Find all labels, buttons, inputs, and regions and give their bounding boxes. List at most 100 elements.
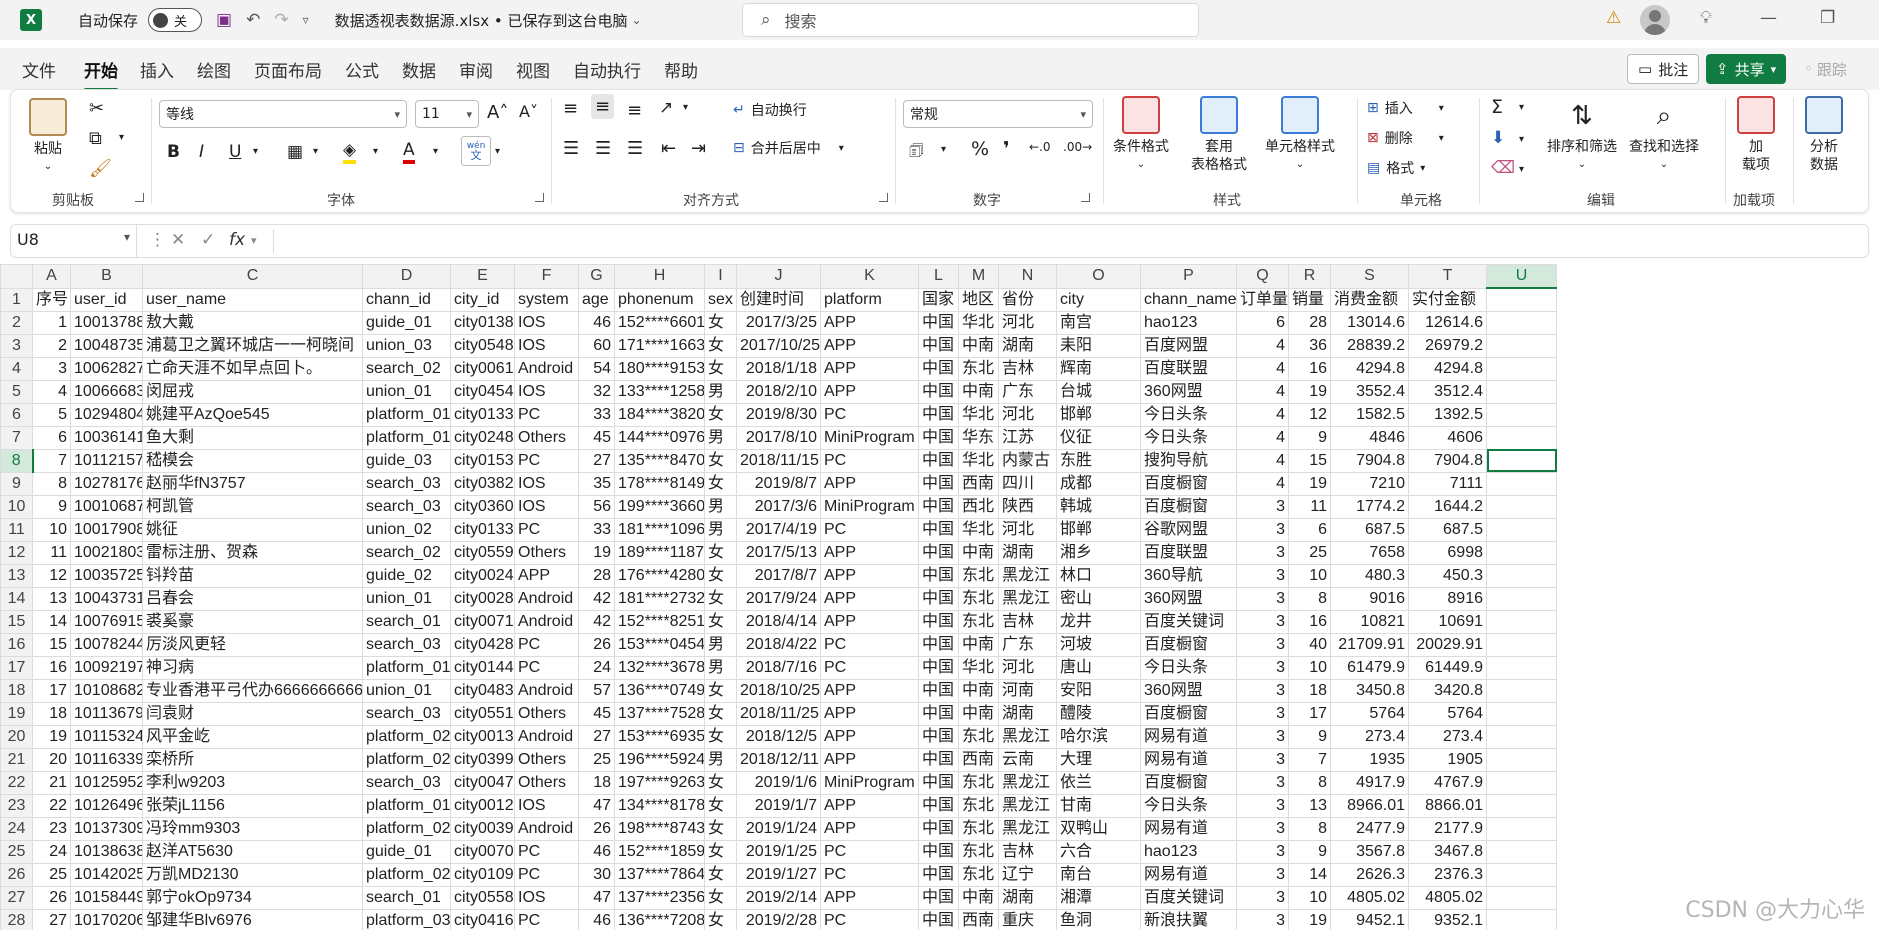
cell-g10[interactable]: 56 bbox=[578, 494, 615, 519]
cell-j9[interactable]: 2019/8/7 bbox=[736, 471, 821, 496]
cell-r18[interactable]: 18 bbox=[1288, 678, 1331, 703]
name-box[interactable]: U8 ▾ bbox=[11, 225, 137, 257]
column-header-d[interactable]: D bbox=[362, 264, 451, 289]
clear-icon[interactable]: ⌫ bbox=[1491, 158, 1515, 178]
cell-j2[interactable]: 2017/3/25 bbox=[736, 310, 821, 335]
cell-a23[interactable]: 22 bbox=[32, 793, 71, 818]
cell-k9[interactable]: APP bbox=[820, 471, 919, 496]
cell-g17[interactable]: 24 bbox=[578, 655, 615, 680]
cell-f5[interactable]: IOS bbox=[514, 379, 579, 404]
cell-c19[interactable]: 闫袁财 bbox=[142, 701, 363, 726]
column-header-l[interactable]: L bbox=[918, 264, 959, 289]
cell-j11[interactable]: 2017/4/19 bbox=[736, 517, 821, 542]
cell-l26[interactable]: 中国 bbox=[918, 862, 959, 887]
column-header-c[interactable]: C bbox=[142, 264, 363, 289]
cell-a11[interactable]: 10 bbox=[32, 517, 71, 542]
cell-l25[interactable]: 中国 bbox=[918, 839, 959, 864]
cell-i25[interactable]: 女 bbox=[704, 839, 737, 864]
cell-t19[interactable]: 5764 bbox=[1408, 701, 1487, 726]
cell-p18[interactable]: 360网盟 bbox=[1140, 678, 1237, 703]
cell-i16[interactable]: 男 bbox=[704, 632, 737, 657]
cell-u25[interactable] bbox=[1486, 839, 1557, 864]
cell-f6[interactable]: PC bbox=[514, 402, 579, 427]
cell-p14[interactable]: 360网盟 bbox=[1140, 586, 1237, 611]
cell-n12[interactable]: 湖南 bbox=[998, 540, 1057, 565]
cell-u16[interactable] bbox=[1486, 632, 1557, 657]
column-header-a[interactable]: A bbox=[32, 264, 71, 289]
cell-i10[interactable]: 男 bbox=[704, 494, 737, 519]
cell-s10[interactable]: 1774.2 bbox=[1330, 494, 1409, 519]
cell-p26[interactable]: 网易有道 bbox=[1140, 862, 1237, 887]
cell-f23[interactable]: IOS bbox=[514, 793, 579, 818]
cell-s13[interactable]: 480.3 bbox=[1330, 563, 1409, 588]
cell-e13[interactable]: city0024 bbox=[450, 563, 515, 588]
cell-d16[interactable]: search_03 bbox=[362, 632, 451, 657]
cell-j25[interactable]: 2019/1/25 bbox=[736, 839, 821, 864]
cell-c5[interactable]: 闵屈戎 bbox=[142, 379, 363, 404]
cell-j19[interactable]: 2018/11/25 bbox=[736, 701, 821, 726]
cell-s7[interactable]: 4846 bbox=[1330, 425, 1409, 450]
select-all-corner[interactable] bbox=[0, 264, 33, 289]
row-header[interactable]: 6 bbox=[0, 402, 33, 427]
cell-t18[interactable]: 3420.8 bbox=[1408, 678, 1487, 703]
cell-r13[interactable]: 10 bbox=[1288, 563, 1331, 588]
cell-c26[interactable]: 万凯MD2130 bbox=[142, 862, 363, 887]
cell-f17[interactable]: PC bbox=[514, 655, 579, 680]
cell-d24[interactable]: platform_02 bbox=[362, 816, 451, 841]
cell-f15[interactable]: Android bbox=[514, 609, 579, 634]
cell-b26[interactable]: 10142025 bbox=[70, 862, 143, 887]
cell-t25[interactable]: 3467.8 bbox=[1408, 839, 1487, 864]
cell-l5[interactable]: 中国 bbox=[918, 379, 959, 404]
column-header-p[interactable]: P bbox=[1140, 264, 1237, 289]
column-header-j[interactable]: J bbox=[736, 264, 821, 289]
cell-m11[interactable]: 华北 bbox=[958, 517, 999, 542]
cell-f24[interactable]: Android bbox=[514, 816, 579, 841]
cell-r12[interactable]: 25 bbox=[1288, 540, 1331, 565]
cell-h15[interactable]: 152****8251 bbox=[614, 609, 705, 634]
cell-d6[interactable]: platform_01 bbox=[362, 402, 451, 427]
cell-i15[interactable]: 女 bbox=[704, 609, 737, 634]
cell-c9[interactable]: 赵丽华fN3757 bbox=[142, 471, 363, 496]
cell-l2[interactable]: 中国 bbox=[918, 310, 959, 335]
analyze-data-button[interactable]: 分析 数据 bbox=[1805, 96, 1843, 174]
cell-l23[interactable]: 中国 bbox=[918, 793, 959, 818]
cell-s3[interactable]: 28839.2 bbox=[1330, 333, 1409, 358]
cell-k2[interactable]: APP bbox=[820, 310, 919, 335]
cell-o19[interactable]: 醴陵 bbox=[1056, 701, 1141, 726]
cell-n9[interactable]: 四川 bbox=[998, 471, 1057, 496]
cell-c8[interactable]: 嵇模会 bbox=[142, 448, 363, 473]
cell-t23[interactable]: 8866.01 bbox=[1408, 793, 1487, 818]
autosave-toggle[interactable]: 关 bbox=[148, 8, 203, 32]
cell-f27[interactable]: IOS bbox=[514, 885, 579, 910]
row-header[interactable]: 23 bbox=[0, 793, 33, 818]
cell-l12[interactable]: 中国 bbox=[918, 540, 959, 565]
cell-k23[interactable]: APP bbox=[820, 793, 919, 818]
cell-i3[interactable]: 女 bbox=[704, 333, 737, 358]
cell-f13[interactable]: APP bbox=[514, 563, 579, 588]
cell-n27[interactable]: 湖南 bbox=[998, 885, 1057, 910]
cell-e7[interactable]: city0248 bbox=[450, 425, 515, 450]
cell-b23[interactable]: 10126496 bbox=[70, 793, 143, 818]
decrease-font-icon[interactable]: A˅ bbox=[519, 102, 538, 121]
cell-j26[interactable]: 2019/1/27 bbox=[736, 862, 821, 887]
cell-t6[interactable]: 1392.5 bbox=[1408, 402, 1487, 427]
cell-p13[interactable]: 360导航 bbox=[1140, 563, 1237, 588]
copy-icon[interactable]: ⧉ bbox=[89, 128, 102, 149]
cell-t13[interactable]: 450.3 bbox=[1408, 563, 1487, 588]
cell-m24[interactable]: 东北 bbox=[958, 816, 999, 841]
cell-d3[interactable]: union_03 bbox=[362, 333, 451, 358]
chevron-down-icon[interactable]: ▾ bbox=[1519, 102, 1524, 113]
row-header[interactable]: 13 bbox=[0, 563, 33, 588]
row-header[interactable]: 7 bbox=[0, 425, 33, 450]
format-cells-button[interactable]: ▤ 格式 ▾ bbox=[1367, 158, 1425, 178]
cell-u5[interactable] bbox=[1486, 379, 1557, 404]
cell-m22[interactable]: 东北 bbox=[958, 770, 999, 795]
cell-d20[interactable]: platform_02 bbox=[362, 724, 451, 749]
cell-n4[interactable]: 吉林 bbox=[998, 356, 1057, 381]
cell-u12[interactable] bbox=[1486, 540, 1557, 565]
cell-h1[interactable]: phonenum bbox=[614, 287, 705, 312]
cell-f25[interactable]: PC bbox=[514, 839, 579, 864]
document-title[interactable]: 数据透视表数据源.xlsx • 已保存到这台电脑 bbox=[335, 10, 628, 31]
cell-h23[interactable]: 134****8178 bbox=[614, 793, 705, 818]
row-header[interactable]: 9 bbox=[0, 471, 33, 496]
